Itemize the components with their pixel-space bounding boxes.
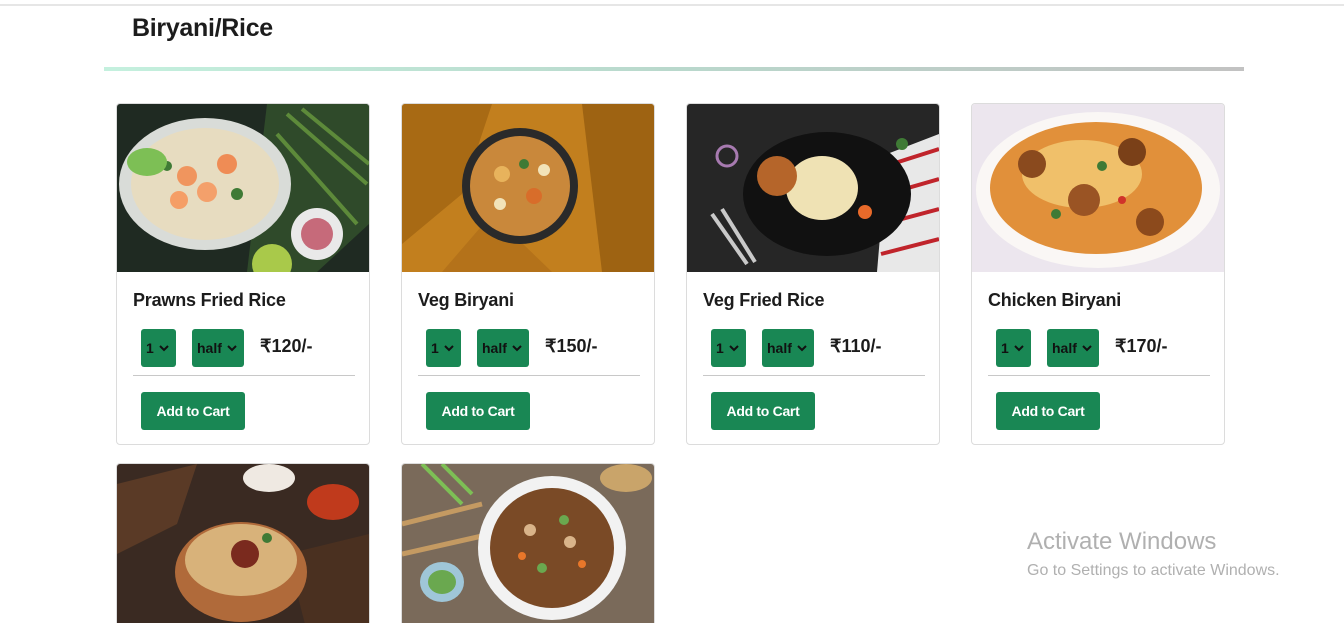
chevron-down-icon (227, 345, 237, 352)
product-image (687, 104, 939, 272)
chevron-down-icon (1082, 345, 1092, 352)
chevron-down-icon (444, 345, 454, 352)
portion-select[interactable]: half (477, 329, 529, 367)
section-divider (104, 67, 1244, 71)
product-image (402, 104, 654, 272)
product-image (402, 464, 654, 623)
portion-value: half (1052, 340, 1077, 356)
section-title: Biryani/Rice (132, 14, 273, 42)
quantity-select[interactable]: 1 (141, 329, 176, 367)
product-card: Prawns Fried Rice 1 half ₹120/- Add to C… (116, 103, 370, 445)
product-card (401, 463, 655, 623)
product-price: ₹120/- (260, 336, 313, 356)
chevron-down-icon (797, 345, 807, 352)
quantity-select[interactable]: 1 (711, 329, 746, 367)
quantity-select[interactable]: 1 (426, 329, 461, 367)
product-name: Chicken Biryani (988, 290, 1122, 310)
quantity-value: 1 (431, 340, 439, 356)
product-card: Chicken Biryani 1 half ₹170/- Add to Car… (971, 103, 1225, 445)
card-divider (418, 375, 640, 376)
chevron-down-icon (729, 345, 739, 352)
card-divider (988, 375, 1210, 376)
portion-value: half (482, 340, 507, 356)
portion-select[interactable]: half (1047, 329, 1099, 367)
product-price: ₹150/- (545, 336, 598, 356)
portion-value: half (767, 340, 792, 356)
portion-select[interactable]: half (762, 329, 814, 367)
add-to-cart-button[interactable]: Add to Cart (996, 392, 1100, 430)
card-divider (703, 375, 925, 376)
chevron-down-icon (512, 345, 522, 352)
product-card (116, 463, 370, 623)
product-name: Prawns Fried Rice (133, 290, 286, 310)
quantity-value: 1 (716, 340, 724, 356)
product-image (117, 464, 369, 623)
chevron-down-icon (1014, 345, 1024, 352)
quantity-value: 1 (1001, 340, 1009, 356)
product-price: ₹110/- (830, 336, 882, 356)
add-to-cart-button[interactable]: Add to Cart (141, 392, 245, 430)
card-divider (133, 375, 355, 376)
portion-select[interactable]: half (192, 329, 244, 367)
top-border (0, 4, 1344, 6)
product-price: ₹170/- (1115, 336, 1168, 356)
add-to-cart-button[interactable]: Add to Cart (711, 392, 815, 430)
windows-watermark-subtitle: Go to Settings to activate Windows. (1027, 562, 1280, 579)
product-card: Veg Biryani 1 half ₹150/- Add to Cart (401, 103, 655, 445)
windows-watermark-title: Activate Windows (1027, 528, 1217, 555)
chevron-down-icon (159, 345, 169, 352)
portion-value: half (197, 340, 222, 356)
quantity-value: 1 (146, 340, 154, 356)
add-to-cart-button[interactable]: Add to Cart (426, 392, 530, 430)
product-image (972, 104, 1224, 272)
product-card: Veg Fried Rice 1 half ₹110/- Add to Cart (686, 103, 940, 445)
product-name: Veg Biryani (418, 290, 514, 310)
product-name: Veg Fried Rice (703, 290, 825, 310)
quantity-select[interactable]: 1 (996, 329, 1031, 367)
product-image (117, 104, 369, 272)
